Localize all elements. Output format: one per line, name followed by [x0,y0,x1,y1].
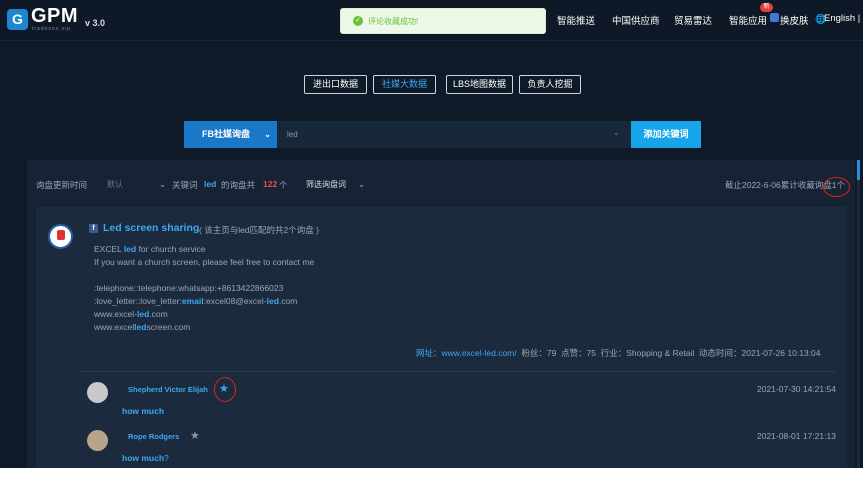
nav-trade-radar[interactable]: 贸易雷达 [674,13,712,27]
version-label: v 3.0 [85,18,106,28]
website-label: 网址： [416,348,442,358]
search-type-label: FB社媒询盘 [202,129,250,139]
chevron-down-icon[interactable]: ⌄ [358,179,365,190]
check-circle-icon: ✓ [353,16,363,26]
toast-message: 评论收藏成功! [368,17,419,26]
new-badge: 新 [760,3,773,12]
highlight-circle [823,177,850,197]
post-line: If you want a church screen, please feel… [94,257,315,267]
language-switch[interactable]: English | [824,13,860,24]
scrollbar-thumb[interactable] [857,160,860,180]
keyword-input[interactable] [277,121,631,148]
commenter-name[interactable]: Rope Rodgers [128,432,179,441]
keyword-value: led [204,179,217,189]
post-line: :telephone::telephone:whatsapp:+86134228… [94,283,284,293]
app-window: G GPM tradesns.vip v 3.0 ✓ 评论收藏成功! 智能推送 … [0,0,863,468]
logo-text[interactable]: GPM [31,5,78,28]
add-keyword-button[interactable]: 添加关键词 [631,121,701,148]
comment-time: 2021-08-01 17:21:13 [757,431,836,441]
tab-lbs-map[interactable]: LBS地图数据 [446,75,513,94]
highlight-circle [214,377,236,402]
tab-contact-mining[interactable]: 负责人挖掘 [519,75,581,94]
success-toast: ✓ 评论收藏成功! [340,8,546,34]
comment-text: how much? [122,453,169,463]
nav-change-skin[interactable]: 换皮肤 [780,13,809,27]
facebook-icon: f [89,224,98,233]
industry: 行业：Shopping & Retail [600,348,695,358]
post-meta: 网址：www.excel-led.com/ 粉丝：79 点赞：75 行业：Sho… [416,347,820,359]
nav-smart-push[interactable]: 智能推送 [557,13,595,27]
post-match-note: ( 该主页与led匹配的共2个询盘 ) [199,225,319,235]
count-prefix: 的询盘共 [221,180,256,190]
post-line: www.excelledscreen.com [94,322,191,332]
top-header: G GPM tradesns.vip v 3.0 ✓ 评论收藏成功! 智能推送 … [0,0,863,41]
comment-text: how much [122,406,165,416]
commenter-name[interactable]: Shepherd Victor Elijah [128,385,208,394]
keyword-prefix: 关键词 [172,180,198,190]
update-time-select[interactable]: 默认 [107,179,123,190]
filter-words-select[interactable]: 筛选询盘词 [306,179,346,190]
skin-icon[interactable] [770,13,779,22]
star-icon[interactable]: ★ [190,429,200,442]
logo-subtext: tradesns.vip [32,26,71,32]
search-type-select[interactable]: FB社媒询盘 ⌄ [184,121,277,148]
nav-smart-apps[interactable]: 智能应用 [729,13,767,27]
website-link[interactable]: www.excel-led.com/ [442,348,517,358]
post-line: www.excel-led.com [94,309,168,319]
tab-social-media[interactable]: 社媒大数据 [373,75,436,94]
post-line: EXCEL led for church service [94,244,206,254]
fans-count: 粉丝：79 [521,348,557,358]
comment-time: 2021-07-30 14:21:54 [757,384,836,394]
nav-china-suppliers[interactable]: 中国供应商 [612,13,660,27]
scrollbar-track[interactable] [857,160,860,468]
divider [81,371,837,372]
chevron-down-icon: ⌄ [264,130,271,139]
post-title[interactable]: Led screen sharing [103,222,199,234]
gpm-logo-icon: G [7,9,28,30]
tab-import-export[interactable]: 进出口数据 [304,75,367,94]
count-suffix: 个 [279,180,288,190]
post-time: 动态时间：2021-07-26 10:13:04 [699,348,821,358]
chevron-down-icon[interactable]: ⌄ [159,179,166,190]
update-time-label: 询盘更新时间 [36,180,88,190]
chevron-down-icon[interactable]: ⌄ [613,128,620,137]
post-line: :love_letter::love_letter:email:excel08@… [94,296,298,306]
commenter-avatar[interactable] [87,430,108,451]
commenter-avatar[interactable] [87,382,108,403]
page-avatar[interactable] [48,224,73,249]
inquiry-count: 122 [263,179,278,189]
likes-count: 点赞：75 [561,348,597,358]
